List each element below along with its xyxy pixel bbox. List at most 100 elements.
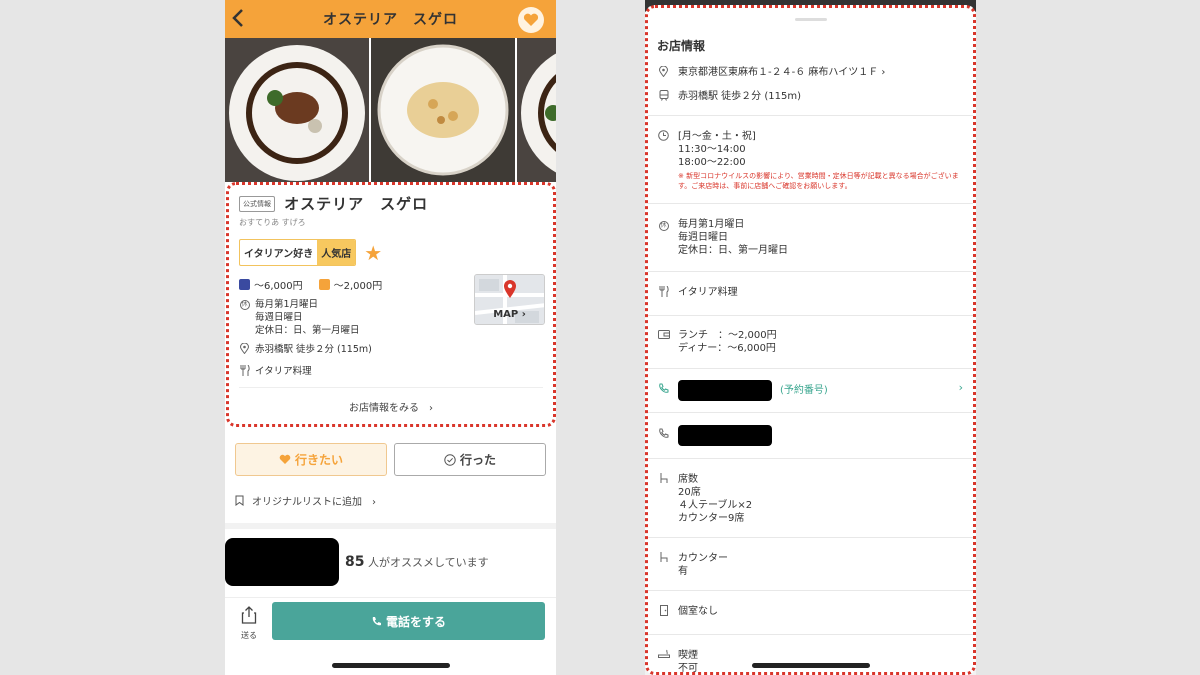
recommend-text: 85 人がオススメしています <box>345 554 489 570</box>
shop-info-link[interactable]: お店情報をみる › <box>239 387 543 414</box>
genre-row: イタリア料理 <box>657 285 964 301</box>
lunch-price: ～2,000円 <box>333 281 383 292</box>
photo-strip[interactable] <box>225 38 556 182</box>
redacted-phone-number <box>678 380 772 401</box>
covid-notice: ※ 新型コロナウイルスの影響により、営業時間・定休日等が記載と異なる場合がござい… <box>678 172 959 190</box>
holiday-line: 毎月第1月曜日 <box>678 219 745 230</box>
counter-row: カウンター 有 <box>657 552 964 578</box>
redacted-avatars <box>225 538 339 586</box>
location-pin-icon <box>239 342 250 359</box>
dinner-price: ～6,000円 <box>254 281 303 292</box>
smoking-icon <box>657 649 670 672</box>
hours-line: 11:30～14:00 <box>678 144 746 155</box>
sheet-title: お店情報 <box>657 39 706 53</box>
recommend-count: 85 <box>345 554 365 570</box>
left-phone-screen: オステリア スゲロ 公式情報 オステリア スゲロ おすてりあ すげろ イタリアン… <box>225 0 556 675</box>
plate-image <box>517 38 556 182</box>
shop-kana: おすてりあ すげろ <box>239 218 306 227</box>
lunch-budget: ランチ ：～2,000円 <box>678 330 777 341</box>
want-to-go-label: 行きたい <box>294 453 343 467</box>
food-photo[interactable] <box>225 38 369 182</box>
reservation-number-label: (予約番号) <box>780 385 828 396</box>
star-icon: ★ <box>364 240 383 265</box>
food-photo[interactable] <box>371 38 515 182</box>
station-access: 赤羽橋駅 徒歩２分 (115m) <box>678 91 801 102</box>
address: 東京都港区東麻布１-２４-６ 麻布ハイツ１Ｆ › <box>678 67 886 78</box>
holiday-row: 休 毎月第1月曜日 毎週日曜日 定休日：日、第一月曜日 <box>657 218 964 257</box>
holiday-line: 定休日：日、第一月曜日 <box>678 245 788 256</box>
smoking-heading: 喫煙 <box>678 650 698 661</box>
cutlery-icon <box>657 285 670 301</box>
seats-line: カウンター9席 <box>678 513 745 524</box>
shop-info-card: 公式情報 オステリア スゲロ おすてりあ すげろ イタリアン好き 人気店 ★ ～… <box>226 182 556 427</box>
header-bar: オステリア スゲロ <box>225 0 556 38</box>
map-button[interactable]: MAP › <box>474 274 545 325</box>
redacted-phone-number <box>678 425 772 446</box>
station-row: 赤羽橋駅 徒歩２分 (115m) <box>657 90 964 105</box>
reservation-phone-row[interactable]: (予約番号) › <box>648 369 973 413</box>
private-room-row: 個室なし <box>657 605 964 620</box>
share-icon <box>241 606 257 624</box>
location-pin-icon <box>657 65 670 81</box>
page-title: オステリア スゲロ <box>323 12 458 28</box>
clock-icon <box>657 130 670 191</box>
add-to-list-link[interactable]: オリジナルリストに追加 › <box>235 493 376 508</box>
phone-icon <box>657 428 670 443</box>
genre: イタリア料理 <box>255 366 312 377</box>
map-label: MAP › <box>493 309 526 320</box>
cutlery-icon <box>239 364 250 381</box>
holiday-line: 定休日：日、第一月曜日 <box>255 325 360 336</box>
holiday-icon: 休 <box>658 220 669 231</box>
smoking-row: 喫煙 不可 <box>657 649 964 674</box>
dinner-budget: ディナー：～6,000円 <box>678 343 776 354</box>
holiday-line: 毎月第1月曜日 <box>255 299 319 310</box>
shop-info-sheet: お店情報 東京都港区東麻布１-２４-６ 麻布ハイツ１Ｆ › 赤羽橋駅 徒歩２分 … <box>645 5 976 675</box>
heart-icon <box>523 13 539 26</box>
chevron-right-icon: › <box>958 381 963 394</box>
shop-tag: イタリアン好き 人気店 <box>239 239 357 266</box>
plate-image <box>225 38 369 182</box>
share-button[interactable]: 送る <box>235 606 263 641</box>
seats-heading: 席数 <box>678 474 698 485</box>
seats-line: ４人テーブル×2 <box>678 500 753 511</box>
holiday-line: 毎週日曜日 <box>255 312 303 323</box>
genre: イタリア料理 <box>678 287 738 298</box>
been-there-button[interactable]: 行った <box>394 443 546 476</box>
bookmark-icon <box>235 495 244 506</box>
check-circle-icon <box>444 453 456 466</box>
food-photo[interactable] <box>517 38 556 182</box>
smoking-value: 不可 <box>678 663 698 674</box>
call-button[interactable]: 電話をする <box>272 602 545 640</box>
holiday-icon: 休 <box>239 299 250 310</box>
counter-value: 有 <box>678 566 688 577</box>
station-access: 赤羽橋駅 徒歩２分 (115m) <box>255 344 372 355</box>
budget-row: ランチ ：～2,000円 ディナー：～6,000円 <box>657 329 964 355</box>
recommend-row[interactable]: 85 人がオススメしています <box>225 538 556 586</box>
chair-icon <box>657 552 670 578</box>
favorite-button[interactable] <box>518 7 544 33</box>
tag-italian-lover: イタリアン好き <box>244 249 314 260</box>
add-to-list-label: オリジナルリストに追加 › <box>252 497 376 508</box>
shop-name: オステリア スゲロ <box>284 195 429 213</box>
back-button[interactable] <box>231 7 253 31</box>
home-indicator <box>752 663 870 668</box>
phone-icon <box>657 383 670 398</box>
moon-icon <box>239 279 250 290</box>
official-badge: 公式情報 <box>239 195 275 212</box>
share-label: 送る <box>241 631 257 640</box>
right-phone-screen: お店情報 東京都港区東麻布１-２４-６ 麻布ハイツ１Ｆ › 赤羽橋駅 徒歩２分 … <box>645 0 976 675</box>
wallet-icon <box>657 329 670 355</box>
map-pin-icon <box>504 280 516 298</box>
chevron-left-icon <box>232 9 243 27</box>
tag-popular: 人気店 <box>317 240 356 265</box>
phone-row <box>657 425 964 446</box>
private-room: 個室なし <box>678 606 718 617</box>
address-row[interactable]: 東京都港区東麻布１-２４-６ 麻布ハイツ１Ｆ › <box>657 65 964 81</box>
chair-icon <box>657 473 670 525</box>
want-to-go-button[interactable]: 行きたい <box>235 443 387 476</box>
counter-heading: カウンター <box>678 553 728 564</box>
seats-line: 20席 <box>678 487 701 498</box>
holiday-line: 毎週日曜日 <box>678 232 728 243</box>
sheet-handle[interactable] <box>794 18 827 21</box>
section-divider <box>225 523 556 529</box>
